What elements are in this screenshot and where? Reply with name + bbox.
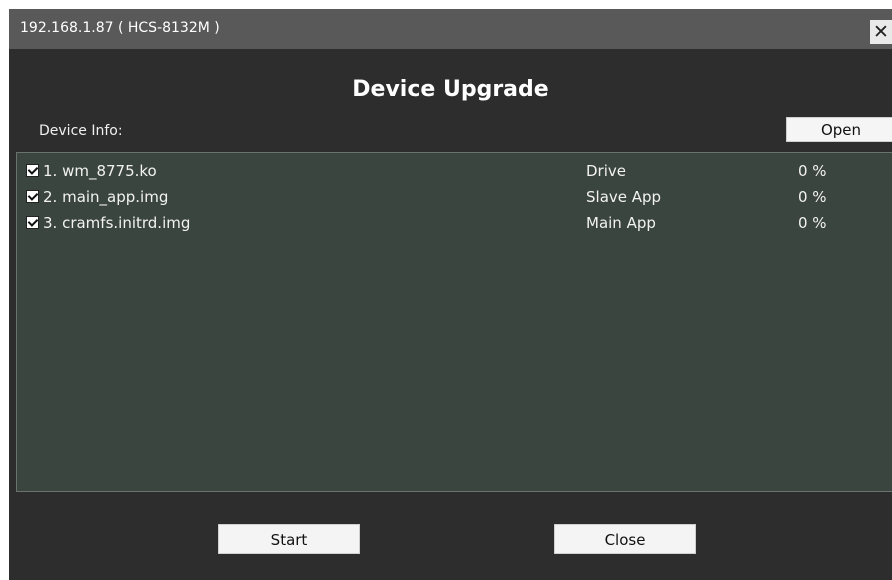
- file-name: 3. cramfs.initrd.img: [43, 214, 191, 232]
- file-progress: 0 %: [798, 162, 827, 180]
- page-title: Device Upgrade: [352, 77, 549, 102]
- checkbox[interactable]: [26, 190, 39, 203]
- open-button[interactable]: Open: [786, 117, 892, 142]
- title-bar: 192.168.1.87 ( HCS-8132M ) ✕: [9, 9, 892, 49]
- close-icon[interactable]: ✕: [870, 20, 892, 44]
- device-upgrade-dialog: 192.168.1.87 ( HCS-8132M ) ✕ Device Upgr…: [9, 9, 892, 580]
- file-type: Slave App: [586, 188, 662, 206]
- device-info-label: Device Info:: [39, 123, 123, 139]
- file-progress: 0 %: [798, 214, 827, 232]
- file-list: 1. wm_8775.ko Drive 0 % 2. main_app.img …: [16, 152, 892, 492]
- file-type: Main App: [586, 214, 656, 232]
- checkbox[interactable]: [26, 216, 39, 229]
- window-title: 192.168.1.87 ( HCS-8132M ): [20, 20, 220, 36]
- list-item: 3. cramfs.initrd.img Main App 0 %: [17, 212, 892, 234]
- list-item: 2. main_app.img Slave App 0 %: [17, 186, 892, 208]
- file-type: Drive: [586, 162, 626, 180]
- file-name: 2. main_app.img: [43, 188, 169, 206]
- close-button[interactable]: Close: [554, 524, 696, 554]
- file-progress: 0 %: [798, 188, 827, 206]
- start-button[interactable]: Start: [218, 524, 360, 554]
- file-name: 1. wm_8775.ko: [43, 162, 157, 180]
- checkbox[interactable]: [26, 164, 39, 177]
- list-item: 1. wm_8775.ko Drive 0 %: [17, 160, 892, 182]
